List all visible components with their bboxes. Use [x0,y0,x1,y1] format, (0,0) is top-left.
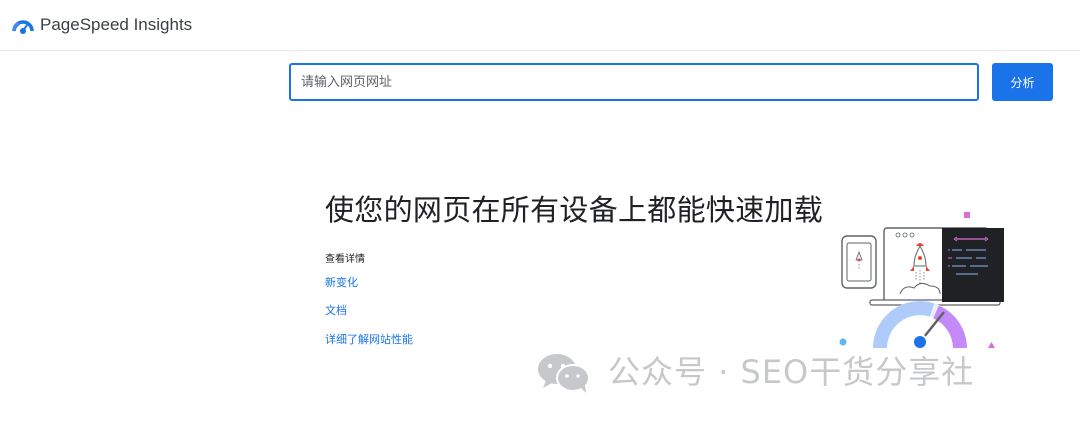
rocket-speed-illustration [839,212,1004,350]
page-title: 使您的网页在所有设备上都能快速加载 [325,193,824,227]
page: PageSpeed Insights 分析 使您的网页在所有设备上都能快速加载 … [0,0,1080,430]
link-whats-new[interactable]: 新变化 [325,274,358,290]
link-learn-performance[interactable]: 详细了解网站性能 [325,331,413,347]
watermark-text: 公众号 · SEO干货分享社 [608,353,975,391]
links-heading: 查看详情 [325,254,365,265]
top-bar: PageSpeed Insights [0,0,1080,51]
wechat-icon [538,354,590,393]
pagespeed-logo-icon[interactable] [12,15,34,37]
analyze-button[interactable]: 分析 [992,63,1053,101]
watermark: 公众号 · SEO干货分享社 [536,350,1046,395]
link-docs[interactable]: 文档 [325,302,347,318]
brand-name[interactable]: PageSpeed Insights [40,15,192,35]
url-input[interactable] [289,63,979,101]
